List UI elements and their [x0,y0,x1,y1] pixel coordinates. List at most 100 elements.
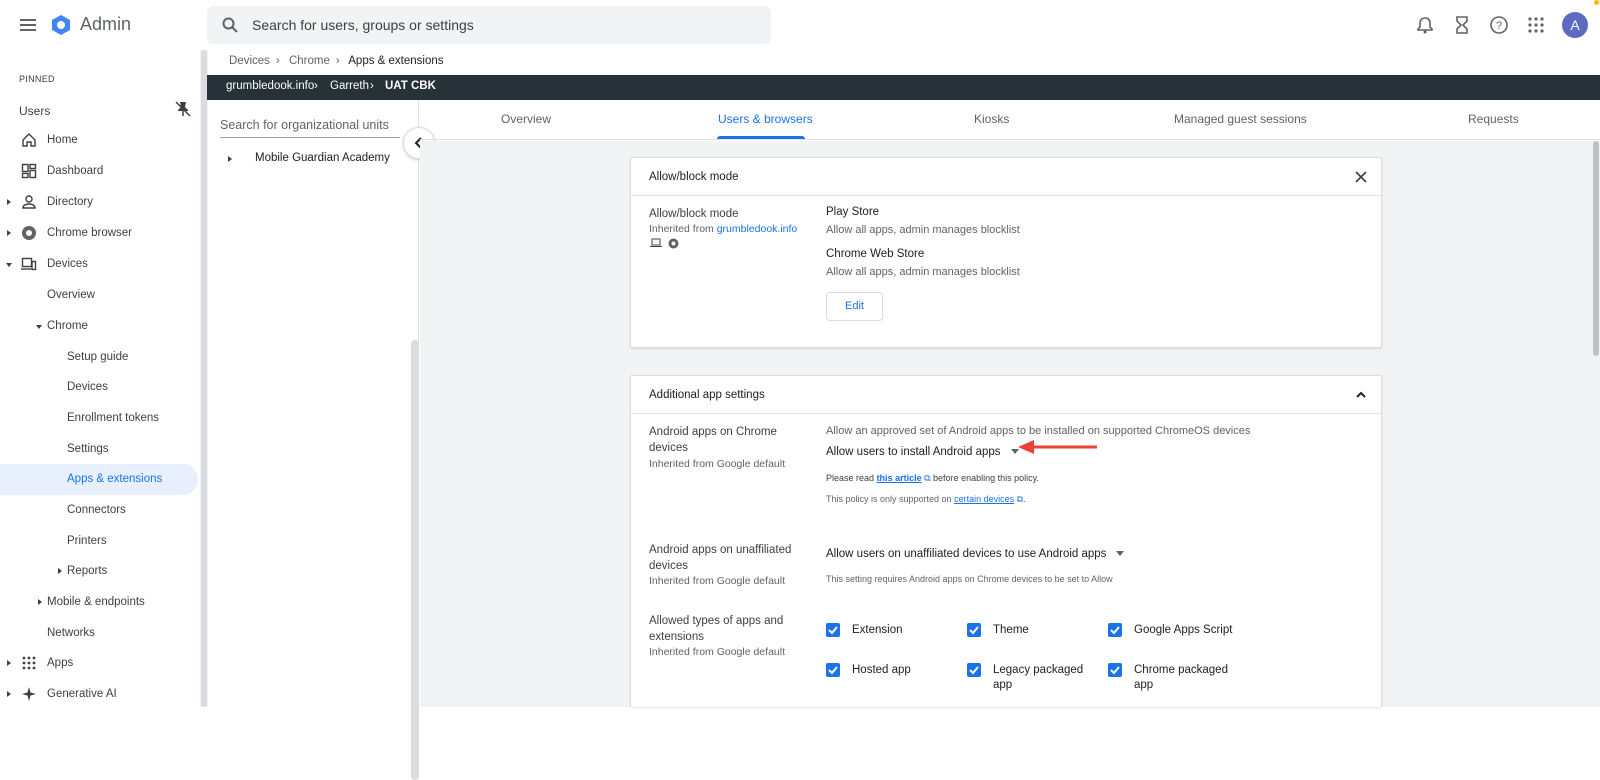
sidebar-item-label: Apps & extensions [67,473,163,485]
chevron-right-icon: › [370,80,374,92]
ou-path-root[interactable]: grumbledook.info [226,80,314,92]
pinned-users-link[interactable]: Users [19,104,50,118]
sidebar-item-home[interactable]: Home [0,125,198,156]
sidebar-item-chrome-devices[interactable]: Devices [0,372,198,403]
card-title: Allow/block mode [649,171,739,183]
chrome-icon [668,238,679,249]
unpin-icon[interactable] [174,100,192,118]
sidebar-item-directory[interactable]: Directory [0,187,198,218]
sidebar-item-setup-guide[interactable]: Setup guide [0,342,198,373]
breadcrumb-chrome[interactable]: Chrome [289,55,330,67]
notifications-bell-icon[interactable] [1415,15,1435,35]
checkmark-icon [1110,626,1120,635]
ou-path-garreth[interactable]: Garreth [330,80,369,92]
expand-arrow-icon[interactable] [38,599,42,605]
google-apps-script-checkbox[interactable] [1108,623,1122,637]
ou-path-current: UAT CBK [385,80,436,92]
sidebar-item-chrome-browser[interactable]: Chrome browser [0,218,198,249]
apps-grid-icon[interactable] [1526,15,1546,35]
breadcrumb-devices[interactable]: Devices [229,55,270,67]
admin-logo-icon[interactable] [50,14,72,36]
inherited-prefix: Inherited from [649,223,714,235]
sidebar-item-reports[interactable]: Reports [0,556,198,587]
sidebar-item-networks[interactable]: Networks [0,618,198,649]
android-apps-dropdown[interactable]: Allow users to install Android apps [826,446,1019,458]
sidebar-item-label: Overview [47,289,95,301]
expand-arrow-icon[interactable] [7,230,11,236]
chrome-packaged-app-checkbox[interactable] [1108,663,1122,677]
sidebar-item-dashboard[interactable]: Dashboard [0,156,198,187]
sidebar-item-apps[interactable]: Apps [0,648,198,679]
breadcrumb-current: Apps & extensions [348,55,444,67]
checkbox-label: Extension [852,624,903,636]
tab-kiosks[interactable]: Kiosks [974,112,1009,126]
org-unit-search-input[interactable]: Search for organizational units [220,118,400,138]
expand-arrow-icon[interactable] [7,660,11,666]
sidebar-item-enrollment-tokens[interactable]: Enrollment tokens [0,403,198,434]
sidebar-item-label: Printers [67,535,107,547]
org-unit-label: Mobile Guardian Academy [255,152,390,164]
chevron-right-icon: › [314,80,318,92]
sidebar-item-devices[interactable]: Devices [0,249,198,280]
card-header: Allow/block mode [631,158,1381,196]
checkbox-label: Theme [993,624,1029,636]
label-line: Android apps on unaffiliated [649,544,792,556]
tab-managed-guest-sessions[interactable]: Managed guest sessions [1174,112,1307,126]
external-link-icon: ⧉ [1014,494,1024,504]
sidebar-item-settings[interactable]: Settings [0,434,198,465]
sidebar-item-overview[interactable]: Overview [0,280,198,311]
org-unit-scrollbar[interactable] [411,340,419,780]
theme-checkbox[interactable] [967,623,981,637]
note-text: before enabling this policy. [933,473,1039,483]
expand-arrow-icon[interactable] [7,199,11,205]
hosted-app-checkbox[interactable] [826,663,840,677]
search-bar[interactable]: Search for users, groups or settings [207,6,771,44]
ou-path-bar: grumbledook.info › Garreth › UAT CBK [207,75,1600,100]
unaffiliated-dropdown[interactable]: Allow users on unaffiliated devices to u… [826,548,1125,560]
sidebar-item-chrome[interactable]: Chrome [0,311,198,342]
tab-users-browsers[interactable]: Users & browsers [718,112,813,126]
avatar[interactable]: A [1562,12,1588,38]
expand-arrow-icon[interactable] [7,691,11,697]
label-line: Chrome packaged [1134,664,1228,676]
close-icon[interactable] [1353,169,1369,185]
label-line: Allowed types of apps and [649,615,784,627]
sidebar-item-apps-extensions[interactable]: Apps & extensions [0,464,198,495]
apps-grid-icon [22,656,36,670]
tab-overview[interactable]: Overview [501,112,551,126]
extension-checkbox[interactable] [826,623,840,637]
android-apps-description: Allow an approved set of Android apps to… [826,425,1251,437]
menu-icon[interactable] [18,15,38,35]
sidebar-item-connectors[interactable]: Connectors [0,495,198,526]
collapse-arrow-icon[interactable] [6,263,12,267]
chevron-up-icon[interactable] [1353,387,1369,403]
inherited-text: Inherited from grumbledook.info [649,223,797,235]
label-line: extensions [649,631,704,643]
help-icon[interactable]: ? [1489,15,1509,35]
expand-arrow-icon[interactable] [228,156,232,162]
chevron-right-icon: › [335,55,340,67]
checkbox-label: Chrome packaged app [1134,663,1228,693]
card-header[interactable]: Additional app settings [631,376,1381,414]
article-link[interactable]: this article [877,473,922,483]
active-tab-indicator [717,136,805,139]
inherited-link[interactable]: grumbledook.info [717,223,798,235]
main-scrollbar[interactable] [1593,141,1599,356]
edit-button[interactable]: Edit [826,292,883,321]
sidebar-item-printers[interactable]: Printers [0,526,198,557]
dropdown-arrow-icon [1116,551,1125,557]
dashboard-icon [21,163,37,179]
expand-arrow-icon[interactable] [58,568,62,574]
tab-requests[interactable]: Requests [1468,112,1519,126]
sidebar-item-mobile-endpoints[interactable]: Mobile & endpoints [0,587,198,618]
home-icon [22,133,36,147]
devices-icon [21,257,37,271]
certain-devices-link[interactable]: certain devices [954,494,1014,504]
legacy-packaged-app-checkbox[interactable] [967,663,981,677]
pinned-heading: PINNED [19,74,55,84]
sidebar-item-generative-ai[interactable]: Generative AI [0,679,198,710]
svg-text:?: ? [1496,20,1502,32]
tasks-hourglass-icon[interactable] [1452,15,1472,35]
collapse-arrow-icon[interactable] [36,325,42,329]
allow-block-card: Allow/block mode Allow/block mode Inheri… [630,157,1382,348]
